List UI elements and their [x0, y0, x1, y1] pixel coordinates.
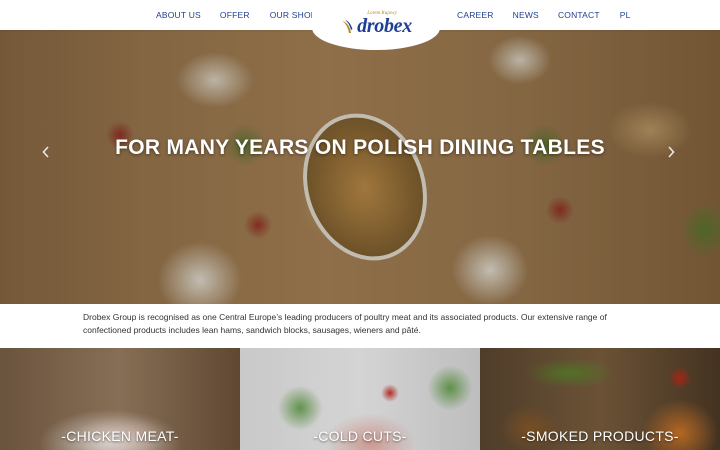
nav-language-pl[interactable]: PL: [620, 10, 631, 20]
nav-about-us[interactable]: ABOUT US: [156, 10, 201, 20]
nav-career[interactable]: CAREER: [457, 10, 494, 20]
category-tiles: -CHICKEN MEAT- -COLD CUTS- -SMOKED PRODU…: [0, 348, 720, 450]
category-chicken-meat[interactable]: -CHICKEN MEAT-: [0, 348, 240, 450]
main-nav-right: CAREER NEWS CONTACT PL: [457, 0, 631, 30]
nav-news[interactable]: NEWS: [513, 10, 539, 20]
main-nav-left: ABOUT US OFFER OUR SHOPS: [156, 0, 323, 30]
category-label: -SMOKED PRODUCTS-: [521, 428, 679, 444]
chevron-right-icon[interactable]: [665, 146, 677, 160]
nav-offer[interactable]: OFFER: [220, 10, 250, 20]
category-label: -COLD CUTS-: [313, 428, 407, 444]
category-cold-cuts[interactable]: -COLD CUTS-: [240, 348, 480, 450]
logo-main: drobex: [340, 15, 412, 38]
site-logo[interactable]: Lorem Kujawy drobex: [312, 0, 440, 50]
chevron-left-icon[interactable]: [40, 146, 52, 160]
category-smoked-products[interactable]: -SMOKED PRODUCTS-: [480, 348, 720, 450]
category-label: -CHICKEN MEAT-: [61, 428, 179, 444]
hero-overlay: [0, 30, 720, 304]
nav-contact[interactable]: CONTACT: [558, 10, 600, 20]
intro-text: Drobex Group is recognised as one Centra…: [83, 312, 607, 335]
hero-slider: FOR MANY YEARS ON POLISH DINING TABLES: [0, 30, 720, 304]
wheat-icon: [342, 20, 353, 33]
logo-name: drobex: [357, 14, 412, 37]
hero-title: FOR MANY YEARS ON POLISH DINING TABLES: [115, 136, 605, 159]
